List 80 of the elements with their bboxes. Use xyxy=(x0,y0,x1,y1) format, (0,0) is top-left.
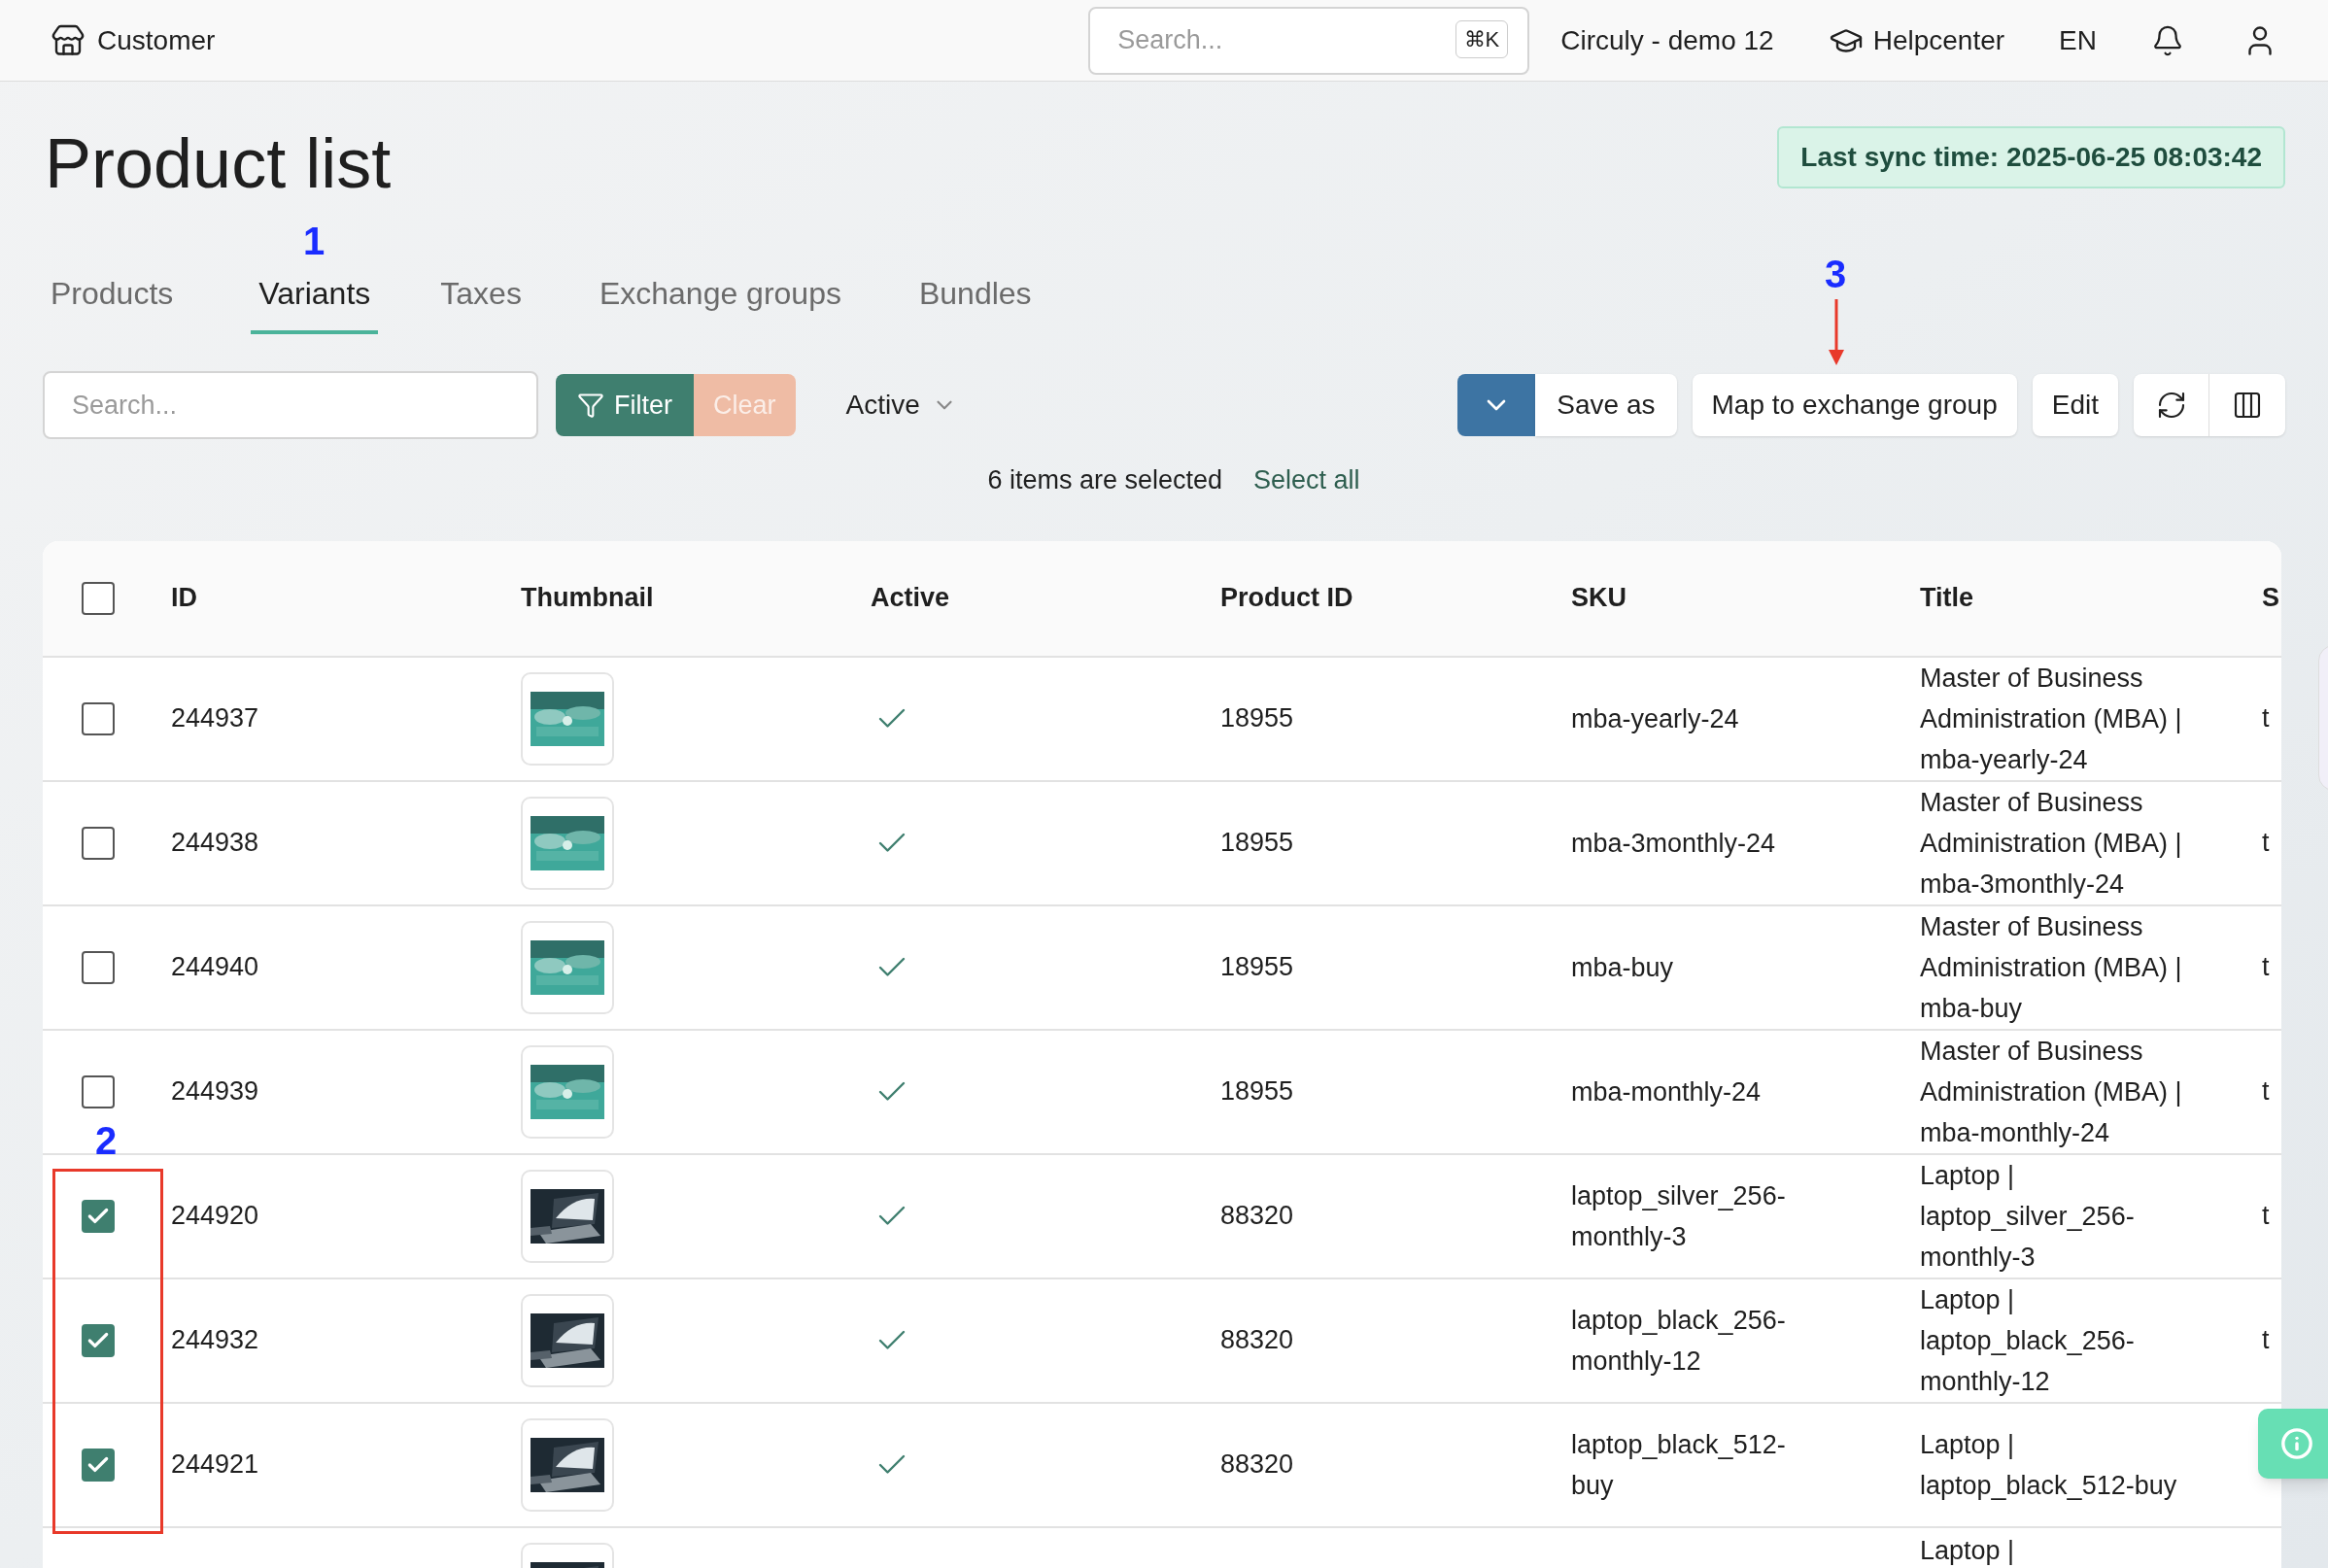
status-dropdown[interactable]: Active xyxy=(845,385,957,426)
columns-icon xyxy=(2232,390,2263,421)
table-cell-text: Laptop | xyxy=(1920,1534,2016,1567)
table-cell: 88320 xyxy=(1220,1325,1294,1355)
table-cell: 88320 xyxy=(1220,1201,1294,1231)
tab[interactable]: Taxes xyxy=(440,270,522,334)
table-cell: t xyxy=(2262,1325,2270,1355)
language-selector[interactable]: EN xyxy=(2059,19,2097,61)
checkbox[interactable] xyxy=(82,1074,115,1108)
table-cell: 244920 xyxy=(171,1201,259,1231)
edit-button[interactable]: Edit xyxy=(2032,374,2118,436)
table-cell: mba-yearly-24 xyxy=(1571,703,1739,733)
info-icon xyxy=(2280,1427,2313,1460)
search-field[interactable]: Search... xyxy=(43,371,538,439)
map-button[interactable]: Map to exchange group xyxy=(1692,374,2017,436)
notification-icon[interactable] xyxy=(2151,23,2184,57)
shortcut-key: ⌘K xyxy=(1455,19,1509,58)
column-header[interactable]: SKU xyxy=(1571,578,1920,618)
tab[interactable]: Products xyxy=(51,270,174,334)
table-cell: 244938 xyxy=(171,828,259,858)
table-cell: t xyxy=(2262,1076,2270,1107)
workspace-name[interactable]: Circuly - demo 12 xyxy=(1560,19,1774,61)
table-cell: mba-monthly-24 xyxy=(1571,1076,1762,1107)
table-cell: t xyxy=(2262,952,2270,982)
table-cell: 244939 xyxy=(171,1076,259,1107)
checkbox[interactable] xyxy=(82,1199,115,1233)
table-cell: t xyxy=(2262,1201,2270,1231)
checkbox[interactable] xyxy=(82,701,115,735)
brand-name[interactable]: Customer xyxy=(97,19,216,61)
helpcenter-link[interactable]: Helpcenter xyxy=(1872,19,2005,61)
tab[interactable]: Exchange groups xyxy=(599,270,841,334)
table-cell: laptop_black_512-buy xyxy=(1571,1429,1786,1500)
select-all-link[interactable]: Select all xyxy=(1253,460,1360,500)
save-as-button[interactable]: Save as xyxy=(1535,374,1677,436)
table-cell-text: Laptop | laptop_black_256-monthly-12 xyxy=(1920,1283,2136,1398)
table-cell: 244937 xyxy=(171,703,259,733)
store-icon xyxy=(51,22,86,58)
callout-number: 3 xyxy=(1825,255,1847,293)
table-cell: laptop_silver_256-monthly-3 xyxy=(1571,1180,1786,1251)
callout-number: 2 xyxy=(95,1121,118,1160)
tab[interactable]: Bundles xyxy=(918,270,1032,334)
table-cell-text: Laptop | laptop_silver_256-monthly-3 xyxy=(1920,1159,2136,1274)
column-header[interactable]: S xyxy=(2262,578,2281,618)
table-cell-text: Master of Business Administration (MBA) | mba-monthly-24 xyxy=(1920,1035,2183,1149)
checkbox[interactable] xyxy=(82,1448,115,1482)
table-cell: mba-3monthly-24 xyxy=(1571,828,1776,858)
table-cell-text: Laptop | laptop_black_512-buy xyxy=(1920,1428,2178,1502)
callout-number: 1 xyxy=(303,222,325,260)
table-cell: 244932 xyxy=(171,1325,259,1355)
column-header[interactable]: Active xyxy=(871,578,1220,618)
table-cell: 18955 xyxy=(1220,703,1294,733)
table-cell-text: Master of Business Administration (MBA) | mba-3monthly-24 xyxy=(1920,786,2183,901)
table-cell: 18955 xyxy=(1220,828,1294,858)
table-cell: 88320 xyxy=(1220,1449,1294,1480)
table-cell: 18955 xyxy=(1220,1076,1294,1107)
filter-button[interactable]: Filter xyxy=(556,374,694,436)
dropdown-button[interactable] xyxy=(1457,374,1536,436)
filter-icon xyxy=(577,392,604,419)
sync-time-badge: Last sync time: 2025-06-25 08:03:42 xyxy=(1777,126,2285,188)
table-cell: t xyxy=(2262,828,2270,858)
table-cell: t xyxy=(2262,703,2270,733)
table-cell: laptop_black_256-monthly-12 xyxy=(1571,1305,1786,1376)
selection-count: 6 items are selected xyxy=(987,464,1223,496)
table-cell: 244921 xyxy=(171,1449,259,1480)
annotation-arrow xyxy=(1826,299,1847,365)
page-title: Product list xyxy=(45,128,392,198)
table-cell: 244940 xyxy=(171,952,259,982)
column-header[interactable]: Product ID xyxy=(1220,578,1571,618)
table-cell: mba-buy xyxy=(1571,952,1674,982)
column-header[interactable]: Title xyxy=(1920,578,2262,618)
column-header[interactable]: Thumbnail xyxy=(521,578,871,618)
table-cell-text: Master of Business Administration (MBA) | mba-yearly-24 xyxy=(1920,662,2183,776)
checkbox[interactable] xyxy=(82,826,115,860)
checkbox[interactable] xyxy=(82,581,115,615)
checkbox[interactable] xyxy=(82,950,115,984)
table-cell-text: Master of Business Administration (MBA) | mba-buy xyxy=(1920,910,2183,1025)
checkbox[interactable] xyxy=(82,1323,115,1357)
tab[interactable]: Variants xyxy=(251,270,379,334)
column-header[interactable]: ID xyxy=(171,578,521,618)
table-cell: 18955 xyxy=(1220,952,1294,982)
